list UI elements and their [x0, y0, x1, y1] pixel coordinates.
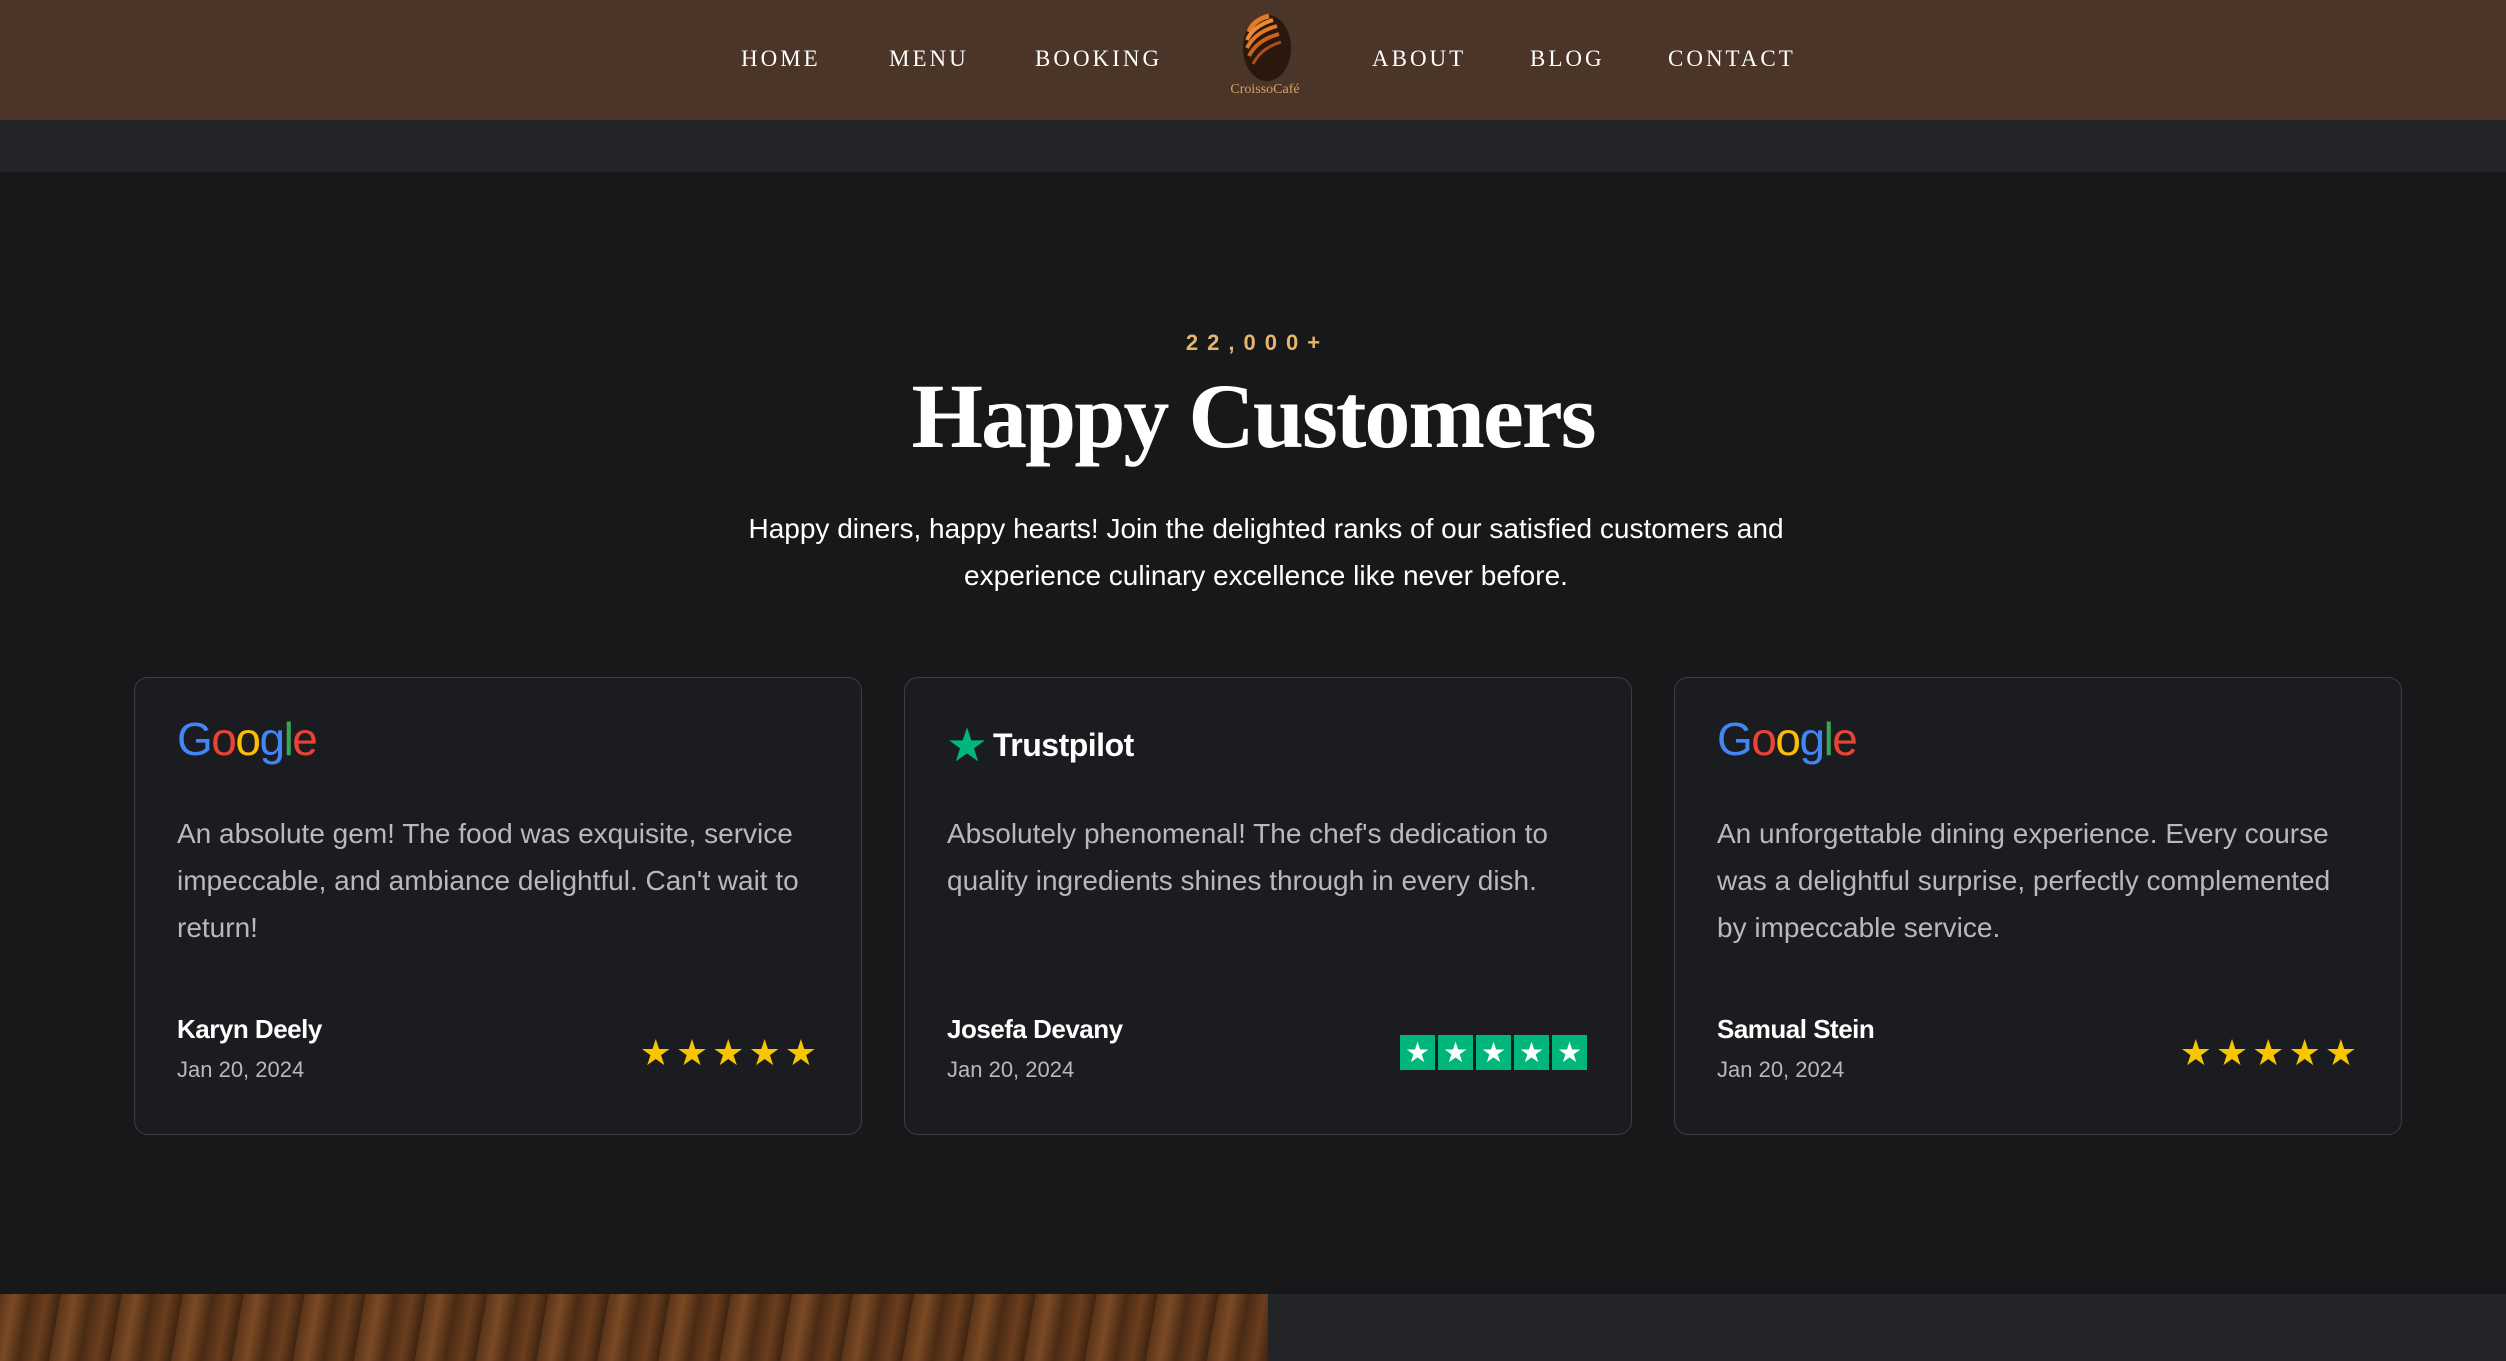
star-icon: ★ [748, 1032, 781, 1073]
customer-count: 22,000+ [1185, 330, 1330, 355]
trustpilot-star-icon: ★ [1552, 1035, 1587, 1070]
review-date: Jan 20, 2024 [1717, 1057, 1845, 1082]
google-wordmark: Google [177, 713, 318, 765]
trustpilot-star-rating: ★ ★ ★ ★ ★ [1400, 1035, 1587, 1070]
star-icon: ★ [2288, 1032, 2321, 1073]
star-icon: ★ [675, 1032, 709, 1073]
wood-table-image [0, 1294, 1268, 1361]
review-text: An absolute gem! The food was exquisite,… [177, 818, 799, 943]
logo-text: CroissoCafé [1230, 82, 1300, 97]
review-text: An unforgettable dining experience. Ever… [1717, 818, 2331, 943]
star-icon: ★ [639, 1032, 672, 1073]
star-icon: ★ [2324, 1032, 2357, 1073]
star-icon: ★ [2215, 1032, 2249, 1073]
nav-link-booking[interactable]: BOOKING [1035, 46, 1162, 72]
star-rating: ★ ★ ★ ★ ★ [2180, 1035, 2357, 1071]
review-card: Google An absolute gem! The food was exq… [134, 677, 862, 1135]
nav-link-home[interactable]: HOME [741, 46, 821, 72]
nav-link-menu[interactable]: MENU [889, 46, 969, 72]
nav-link-contact[interactable]: CONTACT [1668, 46, 1796, 72]
trustpilot-star-icon: ★ [1438, 1035, 1473, 1070]
section-title: Happy Customers [911, 365, 1596, 467]
trustpilot-wordmark: Trustpilot [993, 726, 1134, 763]
review-card: Trustpilot Absolutely phenomenal! The ch… [904, 677, 1632, 1135]
review-date: Jan 20, 2024 [947, 1057, 1075, 1082]
nav-link-blog[interactable]: BLOG [1530, 46, 1605, 72]
star-icon: ★ [712, 1032, 745, 1073]
next-section-panel [1268, 1294, 2506, 1361]
review-date: Jan 20, 2024 [177, 1057, 305, 1082]
trustpilot-star-icon: ★ [1400, 1035, 1435, 1070]
google-wordmark: Google [1717, 713, 1858, 765]
section-subtitle: Happy diners, happy hearts! Join the del… [748, 513, 1784, 591]
google-logo: Google [1717, 713, 1858, 770]
trustpilot-star-icon: ★ [1514, 1035, 1549, 1070]
croissant-logo-icon [1243, 13, 1291, 81]
star-icon: ★ [2179, 1032, 2212, 1073]
reviewer-name: Samual Stein [1717, 1014, 1875, 1044]
trustpilot-star-icon: ★ [1476, 1035, 1511, 1070]
review-card: Google An unforgettable dining experienc… [1674, 677, 2402, 1135]
star-icon: ★ [784, 1032, 817, 1073]
star-icon: ★ [2252, 1032, 2285, 1073]
nav-link-about[interactable]: ABOUT [1372, 46, 1466, 72]
section-divider-strip [0, 120, 2506, 172]
logo[interactable]: CroissoCafé [1222, 12, 1308, 104]
reviewer-name: Karyn Deely [177, 1014, 322, 1044]
trustpilot-logo: Trustpilot [947, 718, 1134, 772]
google-logo: Google [177, 713, 318, 770]
reviewer-name: Josefa Devany [947, 1014, 1123, 1044]
top-navbar: HOME MENU BOOKING CroissoCafé ABOUT BLOG… [0, 0, 2506, 120]
review-text: Absolutely phenomenal! The chef's dedica… [947, 818, 1549, 896]
star-rating: ★ ★ ★ ★ ★ [640, 1035, 817, 1071]
trustpilot-star-icon [949, 727, 985, 762]
